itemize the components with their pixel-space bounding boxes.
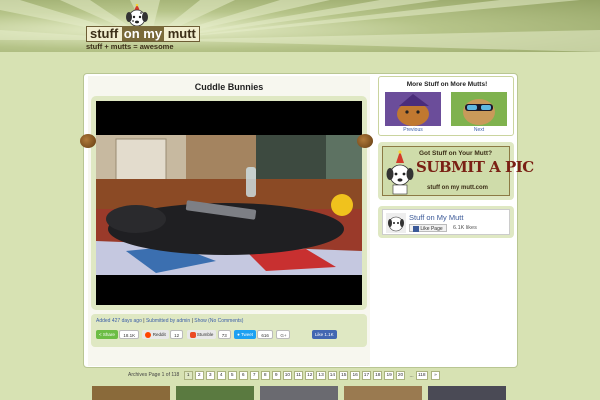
next-link[interactable]: Next xyxy=(451,127,507,133)
page-number[interactable]: 2 xyxy=(194,371,204,380)
reddit-button[interactable]: Reddit xyxy=(142,330,169,339)
page-number[interactable]: 12 xyxy=(305,371,315,380)
post-column: Cuddle Bunnies Added 427 days ago | Subm… xyxy=(88,76,370,366)
facebook-page-widget: Stuff on My Mutt Like Page 6.1K likes xyxy=(378,206,514,238)
dalmatian-logo-icon xyxy=(126,4,148,27)
tweet-count: 616 xyxy=(257,330,273,339)
post-meta-bar: Added 427 days ago | Submitted by admin … xyxy=(91,314,367,347)
like-page-label: Like Page xyxy=(420,226,443,232)
post-title[interactable]: Cuddle Bunnies xyxy=(88,82,370,92)
twitter-icon: ● xyxy=(237,332,240,337)
post-submitted-by[interactable]: Submitted by admin xyxy=(146,318,190,324)
facebook-page-name[interactable]: Stuff on My Mutt xyxy=(409,213,463,222)
submit-headline: SUBMIT A PIC xyxy=(416,158,534,176)
post-meta: Added 427 days ago | Submitted by admin … xyxy=(96,318,243,324)
share-count: 18.1K xyxy=(119,330,140,339)
next-dog-image xyxy=(451,92,507,126)
video-frame xyxy=(91,96,367,310)
page-last[interactable]: 118 xyxy=(415,371,428,380)
submit-pic-banner[interactable]: Got Stuff on Your Mutt? SUBMIT A PIC stu… xyxy=(378,142,534,200)
logo-word-stuff: stuff xyxy=(90,26,119,41)
video-still-image xyxy=(96,101,362,305)
archive-thumb[interactable] xyxy=(92,386,170,400)
stumble-button-label: Stumble xyxy=(196,332,214,337)
page-number[interactable]: 13 xyxy=(316,371,326,380)
previous-link[interactable]: Previous xyxy=(385,127,441,133)
archive-thumb[interactable] xyxy=(176,386,254,400)
submit-question: Got Stuff on Your Mutt? xyxy=(419,150,493,157)
previous-thumbnail[interactable] xyxy=(385,92,441,126)
page-avatar[interactable] xyxy=(386,213,406,233)
page-number[interactable]: 7 xyxy=(249,371,259,380)
facebook-like-count: 6.1K likes xyxy=(453,225,477,231)
facebook-icon xyxy=(413,225,419,232)
sidebar: More Stuff on More Mutts! Previous Next … xyxy=(378,76,534,366)
facebook-like-button[interactable]: Like 1.1K xyxy=(311,330,337,339)
tweet-button-label: Tweet xyxy=(241,332,254,337)
page-number[interactable]: 6 xyxy=(238,371,248,380)
previous-dog-image xyxy=(385,92,441,126)
pagination-pages: 1 2 3 4 5 6 7 8 9 10 11 12 13 14 15 16 17 18 19 20 xyxy=(183,371,407,380)
previous-arrow-icon[interactable] xyxy=(80,134,96,148)
pagination-ellipsis: ... xyxy=(409,372,414,379)
reddit-button-label: Reddit xyxy=(152,332,166,337)
logo-word-onmy: on my xyxy=(121,26,165,41)
page-number[interactable]: 5 xyxy=(227,371,237,380)
reddit-icon xyxy=(145,331,152,338)
show-comments-link[interactable]: Show (No Comments) xyxy=(194,318,243,324)
pagination-label: Archives Page 1 of 118 xyxy=(128,372,180,378)
site-header: stuff on my mutt stuff + mutts = awesome xyxy=(0,0,600,52)
page-number[interactable]: 20 xyxy=(395,371,406,380)
stumbleupon-icon xyxy=(189,331,196,338)
more-mutts-title: More Stuff on More Mutts! xyxy=(406,81,488,88)
facebook-like-page-button[interactable]: Like Page xyxy=(409,224,447,232)
page-number[interactable]: 19 xyxy=(384,371,394,380)
page-number[interactable]: 11 xyxy=(294,371,304,380)
reddit-count: 12 xyxy=(170,330,184,339)
page-number[interactable]: 1 xyxy=(183,371,193,380)
share-button[interactable]: < Share xyxy=(96,330,118,339)
share-button-label: Share xyxy=(102,332,115,337)
next-thumbnail[interactable] xyxy=(451,92,507,126)
submit-brand: stuff on my mutt.com xyxy=(427,185,488,191)
page-next[interactable]: » xyxy=(430,371,440,380)
logo-word-mutt: mutt xyxy=(167,26,196,41)
more-mutts-box: More Stuff on More Mutts! Previous Next xyxy=(378,76,514,136)
page-number[interactable]: 9 xyxy=(271,371,281,380)
share-buttons: < Share 18.1K Reddit 12 Stumble 73 ● Twe… xyxy=(96,330,337,340)
page-number[interactable]: 16 xyxy=(350,371,360,380)
page-number[interactable]: 15 xyxy=(339,371,349,380)
submit-pic-ad: Got Stuff on Your Mutt? SUBMIT A PIC stu… xyxy=(382,146,534,196)
facebook-page-card: Stuff on My Mutt Like Page 6.1K likes xyxy=(382,209,510,235)
share-icon: < xyxy=(99,332,102,337)
page-number[interactable]: 3 xyxy=(205,371,215,380)
meta-separator: | xyxy=(143,318,145,324)
page-number[interactable]: 4 xyxy=(216,371,226,380)
logo-wordmark: stuff on my mutt xyxy=(86,26,200,42)
next-arrow-icon[interactable] xyxy=(357,134,373,148)
stumble-count: 73 xyxy=(217,330,231,339)
post-video[interactable] xyxy=(96,101,362,305)
page-number[interactable]: 10 xyxy=(282,371,293,380)
page-number[interactable]: 18 xyxy=(373,371,383,380)
site-tagline: stuff + mutts = awesome xyxy=(86,42,174,51)
stumble-button[interactable]: Stumble xyxy=(186,330,217,339)
page-number[interactable]: 14 xyxy=(327,371,338,380)
post-added-date: Added 427 days ago xyxy=(96,318,142,324)
tweet-button[interactable]: ● Tweet xyxy=(234,330,257,339)
pagination: Archives Page 1 of 118 1 2 3 4 5 6 7 8 9 10 11 12 13… xyxy=(128,371,442,381)
archive-thumb[interactable] xyxy=(344,386,422,400)
archive-thumb[interactable] xyxy=(428,386,506,400)
google-plus-button[interactable]: G+ xyxy=(276,330,291,339)
dalmatian-party-icon xyxy=(386,150,414,195)
archive-thumb[interactable] xyxy=(260,386,338,400)
archive-thumbnails xyxy=(92,386,512,400)
page-number[interactable]: 17 xyxy=(361,371,372,380)
meta-separator: | xyxy=(191,318,193,324)
site-logo[interactable]: stuff on my mutt stuff + mutts = awesome xyxy=(86,4,200,51)
page-number[interactable]: 8 xyxy=(260,371,270,380)
main-panel: Cuddle Bunnies Added 427 days ago | Subm… xyxy=(83,73,534,368)
